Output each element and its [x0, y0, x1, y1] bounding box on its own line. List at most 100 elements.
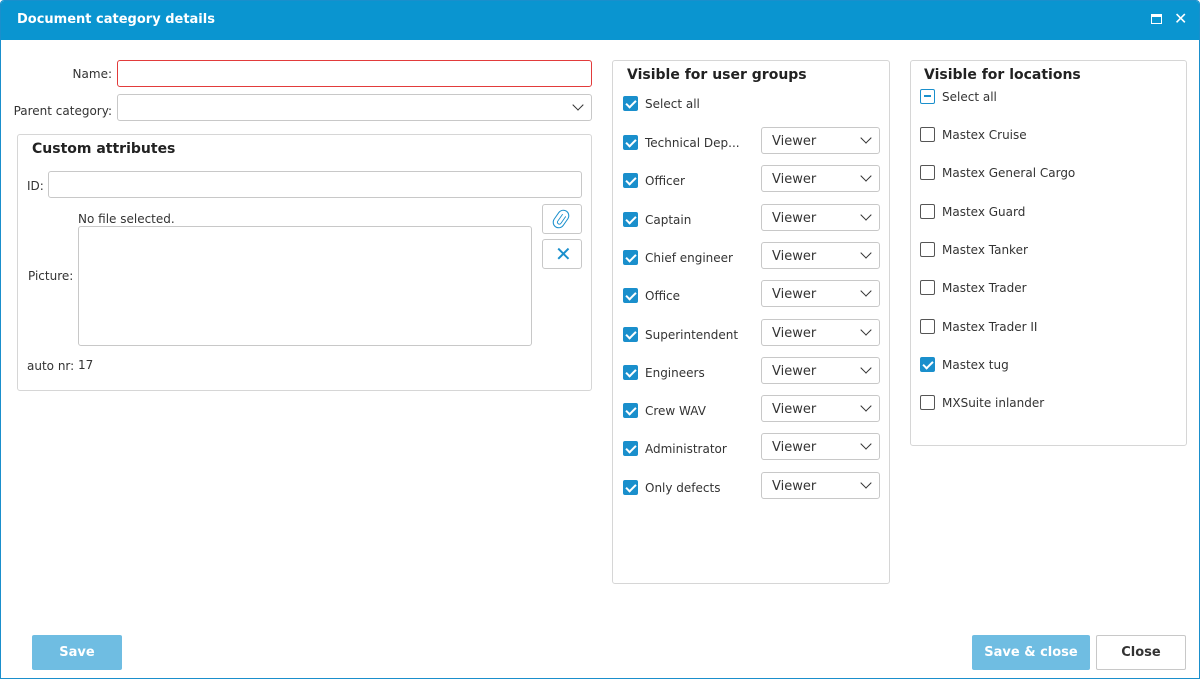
user-group-role-select[interactable]: Viewer — [761, 165, 880, 193]
user-group-role-select[interactable]: Viewer — [761, 356, 880, 384]
chevron-down-icon — [860, 247, 872, 259]
user-group-role-value: Viewer — [772, 402, 817, 418]
user-group-checkbox[interactable] — [623, 479, 638, 495]
chevron-down-icon — [860, 362, 872, 374]
auto-nr-label: auto nr: — [27, 359, 75, 373]
maximize-icon[interactable] — [1151, 14, 1162, 24]
parent-category-label: Parent category: — [13, 104, 112, 118]
chevron-down-icon — [860, 285, 872, 297]
location-label: Mastex Guard — [942, 204, 1026, 219]
user-group-checkbox[interactable] — [623, 288, 638, 304]
custom-attributes-title: Custom attributes — [32, 141, 176, 157]
user-groups-select-all-checkbox[interactable] — [623, 96, 638, 111]
chevron-down-icon — [860, 132, 872, 144]
location-checkbox[interactable] — [920, 318, 935, 334]
locations-title: Visible for locations — [924, 67, 1081, 83]
parent-category-select[interactable] — [117, 94, 592, 121]
save-button[interactable]: Save — [32, 635, 122, 670]
user-group-checkbox[interactable] — [623, 403, 638, 419]
user-group-role-select[interactable]: Viewer — [761, 280, 880, 308]
location-label: Mastex tug — [942, 357, 1009, 372]
user-group-role-select[interactable]: Viewer — [761, 395, 880, 423]
locations-select-all-label: Select all — [942, 90, 997, 104]
dialog-window: Document category details ✕ Name: Parent… — [0, 0, 1200, 679]
user-group-role-value: Viewer — [772, 325, 817, 341]
close-button[interactable]: Close — [1096, 635, 1186, 670]
chevron-down-icon — [860, 323, 872, 336]
auto-nr-value: 17 — [78, 358, 94, 372]
location-checkbox[interactable] — [920, 356, 935, 372]
user-group-role-select[interactable]: Viewer — [761, 318, 880, 346]
chevron-down-icon — [572, 99, 584, 111]
dialog-title: Document category details — [17, 12, 215, 27]
user-group-role-value: Viewer — [772, 440, 817, 456]
user-group-label: Only defects — [645, 480, 721, 495]
user-group-label: Captain — [645, 212, 692, 227]
location-checkbox[interactable] — [920, 127, 935, 142]
location-checkbox[interactable] — [920, 241, 935, 257]
close-icon: ✕ — [555, 242, 572, 266]
save-and-close-button[interactable]: Save & close — [972, 635, 1090, 670]
user-group-label: Engineers — [645, 365, 705, 380]
chevron-down-icon — [860, 477, 872, 489]
close-icon[interactable]: ✕ — [1174, 10, 1187, 28]
user-group-role-value: Viewer — [772, 210, 817, 226]
user-group-role-select[interactable]: Viewer — [761, 433, 880, 461]
remove-file-button[interactable]: ✕ — [542, 239, 582, 269]
location-checkbox[interactable] — [920, 203, 935, 219]
user-group-checkbox[interactable] — [623, 211, 638, 227]
user-group-role-value: Viewer — [772, 172, 817, 188]
location-label: Mastex General Cargo — [942, 166, 1076, 181]
user-group-role-select[interactable]: Viewer — [761, 203, 880, 231]
user-group-role-value: Viewer — [772, 134, 817, 149]
user-group-checkbox[interactable] — [623, 326, 638, 342]
chevron-down-icon — [860, 400, 872, 412]
id-label: ID: — [27, 179, 44, 193]
no-file-text: No file selected. — [78, 212, 175, 226]
location-checkbox[interactable] — [920, 280, 935, 296]
user-group-label: Superintendent — [645, 327, 739, 342]
location-label: Mastex Trader II — [942, 319, 1038, 334]
user-group-label: Technical Dep... — [645, 136, 740, 150]
location-label: Mastex Cruise — [942, 128, 1027, 142]
title-bar: Document category details ✕ — [1, 1, 1199, 40]
location-label: Mastex Trader — [942, 281, 1027, 296]
locations-panel: Visible for locations Select all Mastex … — [910, 60, 1187, 446]
location-label: MXSuite inlander — [942, 396, 1045, 411]
user-group-role-value: Viewer — [772, 248, 817, 264]
location-checkbox[interactable] — [920, 395, 935, 411]
user-group-label: Officer — [645, 174, 685, 189]
user-group-role-select[interactable]: Viewer — [761, 127, 880, 154]
chevron-down-icon — [860, 208, 872, 221]
user-group-checkbox[interactable] — [623, 441, 638, 457]
custom-attributes-panel: Custom attributes ID: No file selected. … — [17, 134, 592, 391]
user-groups-title: Visible for user groups — [627, 67, 807, 83]
user-group-role-select[interactable]: Viewer — [761, 471, 880, 499]
id-input[interactable] — [48, 171, 582, 198]
user-group-role-value: Viewer — [772, 287, 817, 303]
user-group-checkbox[interactable] — [623, 135, 638, 150]
user-group-label: Office — [645, 289, 681, 304]
user-group-role-value: Viewer — [772, 478, 817, 494]
user-group-checkbox[interactable] — [623, 249, 638, 265]
name-input[interactable] — [117, 60, 592, 87]
locations-select-all-checkbox[interactable] — [920, 89, 935, 104]
paperclip-icon — [550, 207, 572, 231]
user-group-checkbox[interactable] — [623, 173, 638, 189]
user-group-role-select[interactable]: Viewer — [761, 241, 880, 269]
user-groups-panel: Visible for user groups Select all Techn… — [612, 60, 890, 584]
user-group-label: Chief engineer — [645, 250, 733, 265]
user-group-label: Crew WAV — [645, 404, 706, 419]
picture-preview[interactable] — [78, 226, 532, 346]
user-groups-select-all-label: Select all — [645, 97, 700, 111]
location-checkbox[interactable] — [920, 165, 935, 181]
picture-label: Picture: — [28, 269, 74, 283]
location-label: Mastex Tanker — [942, 242, 1028, 257]
name-label: Name: — [72, 67, 112, 81]
user-group-checkbox[interactable] — [623, 364, 638, 380]
chevron-down-icon — [860, 170, 872, 182]
user-group-role-value: Viewer — [772, 363, 817, 379]
attach-file-button[interactable] — [542, 204, 582, 234]
user-group-label: Administrator — [645, 442, 727, 457]
chevron-down-icon — [860, 438, 872, 451]
